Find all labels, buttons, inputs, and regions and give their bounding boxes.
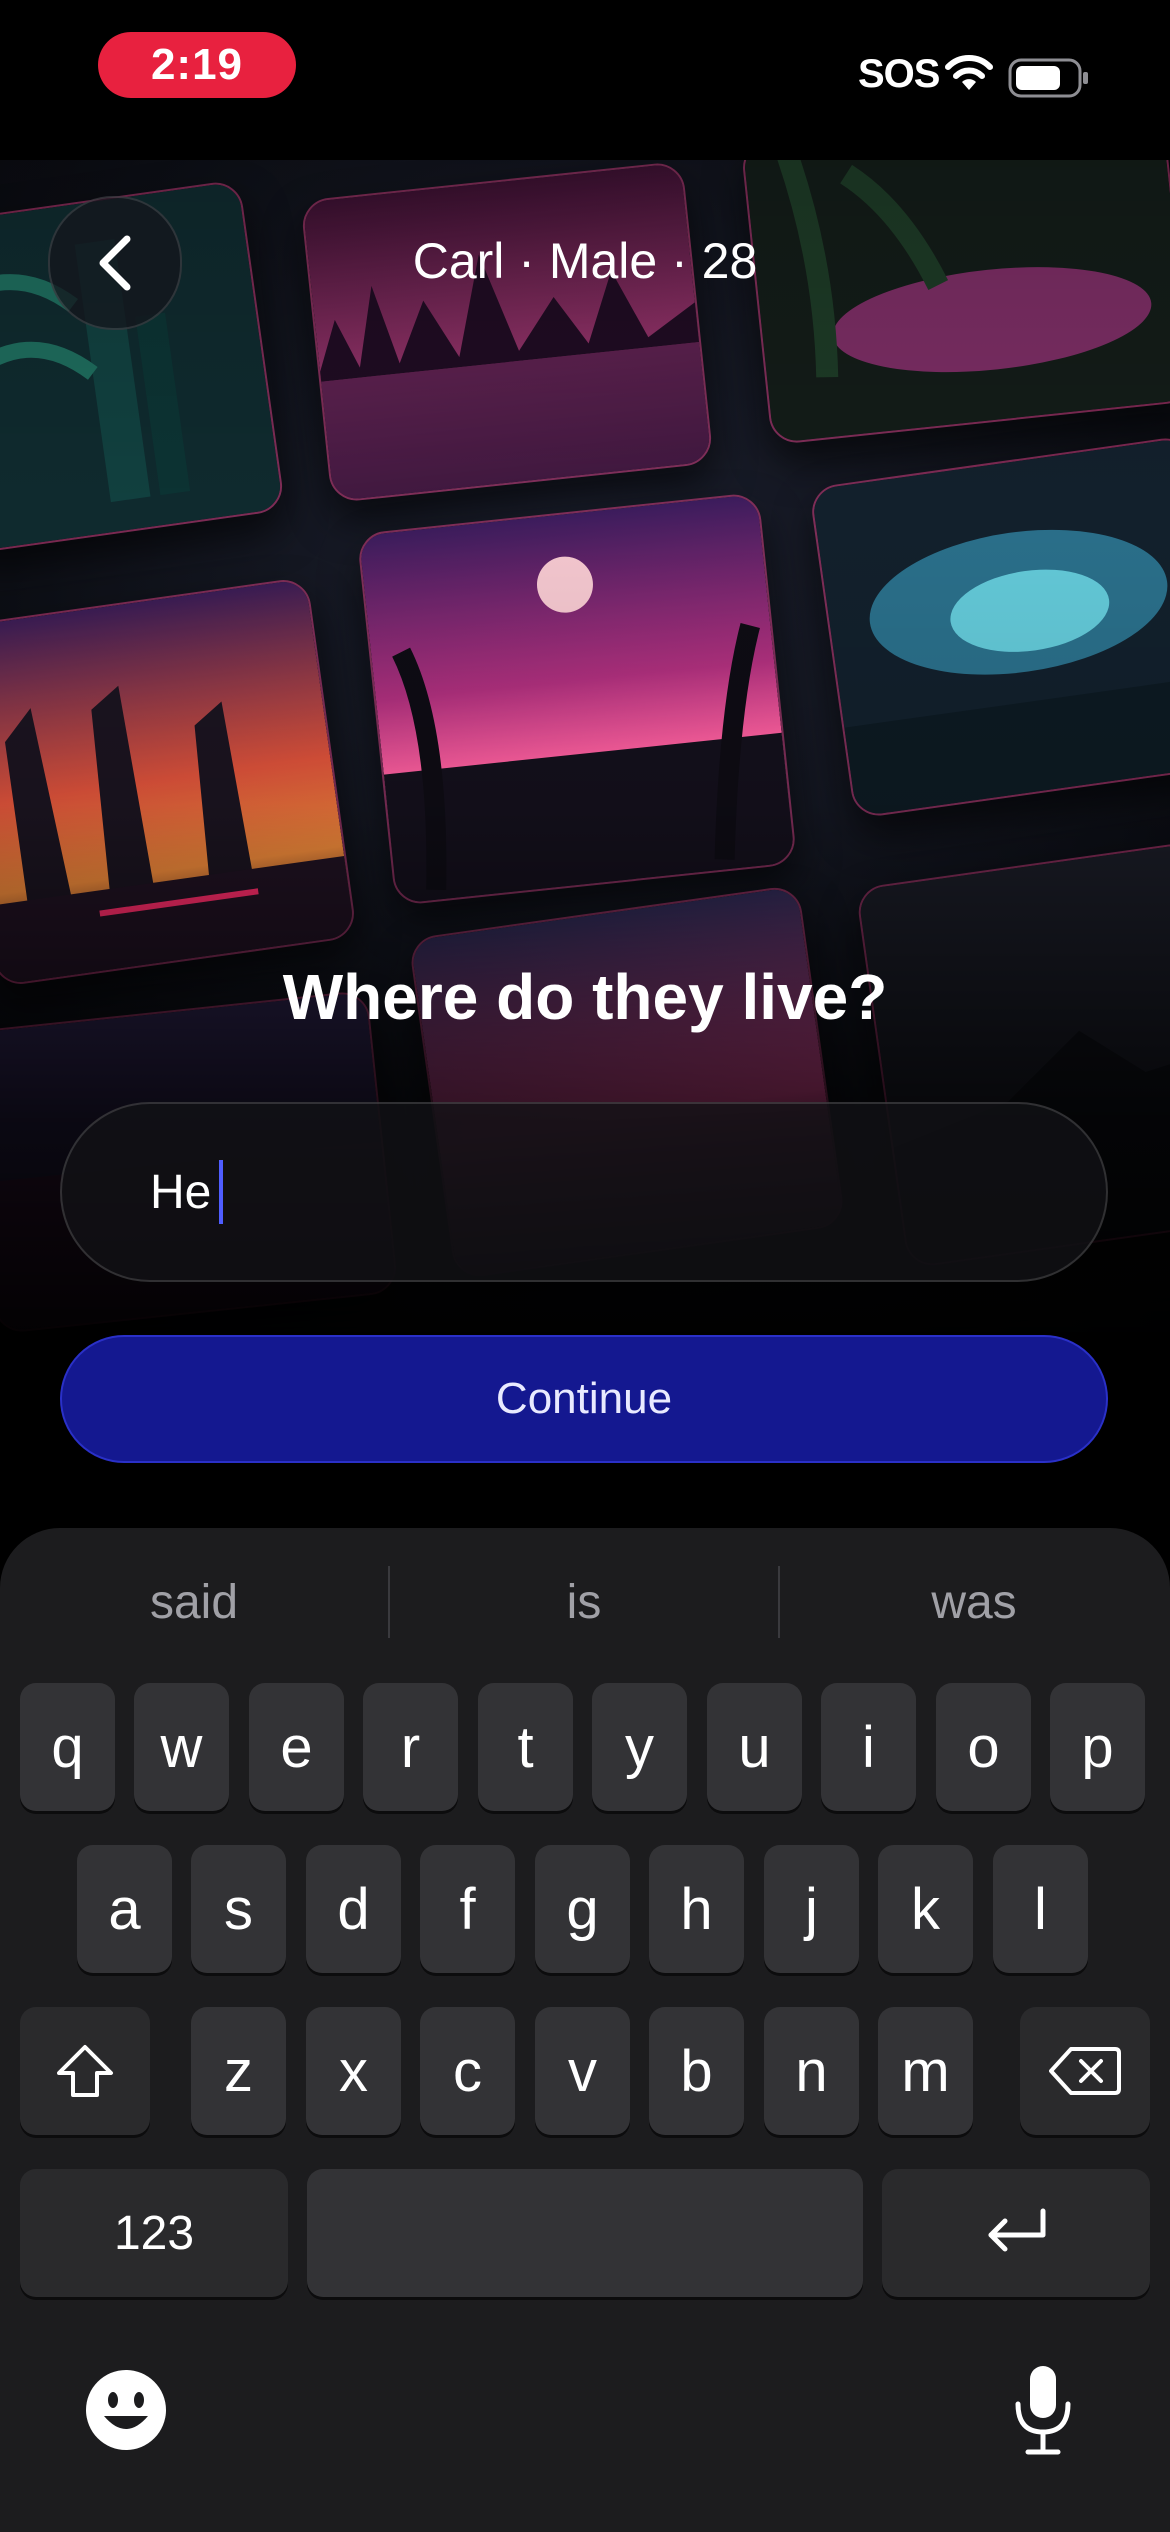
dictation-button[interactable]	[1010, 2364, 1076, 2456]
return-icon	[988, 2208, 1046, 2252]
key-y[interactable]: y	[592, 1683, 687, 1811]
key-j[interactable]: j	[764, 1845, 859, 1973]
key-n[interactable]: n	[764, 2007, 859, 2135]
key-m[interactable]: m	[878, 2007, 973, 2135]
suggestion-is[interactable]: is	[390, 1528, 778, 1676]
key-o[interactable]: o	[936, 1683, 1031, 1811]
suggestion-said[interactable]: said	[0, 1528, 388, 1676]
key-v[interactable]: v	[535, 2007, 630, 2135]
continue-button[interactable]: Continue	[60, 1335, 1108, 1463]
emoji-icon	[86, 2370, 166, 2450]
sos-indicator: SOS	[858, 52, 940, 96]
key-k[interactable]: k	[878, 1845, 973, 1973]
wifi-icon	[942, 52, 996, 97]
key-p[interactable]: p	[1050, 1683, 1145, 1811]
key-c[interactable]: c	[420, 2007, 515, 2135]
key-g[interactable]: g	[535, 1845, 630, 1973]
emoji-button[interactable]	[84, 2368, 168, 2452]
location-input[interactable]: He	[60, 1102, 1108, 1282]
key-l[interactable]: l	[993, 1845, 1088, 1973]
key-x[interactable]: x	[306, 2007, 401, 2135]
numbers-key[interactable]: 123	[20, 2169, 288, 2297]
key-w[interactable]: w	[134, 1683, 229, 1811]
location-input-value: He	[150, 1165, 212, 1219]
key-s[interactable]: s	[191, 1845, 286, 1973]
key-f[interactable]: f	[420, 1845, 515, 1973]
key-e[interactable]: e	[249, 1683, 344, 1811]
return-key[interactable]	[882, 2169, 1150, 2297]
backspace-icon	[1049, 2047, 1121, 2095]
status-time: 2:19	[98, 32, 296, 98]
status-bar: 2:19 SOS	[0, 0, 1170, 160]
microphone-icon	[1015, 2366, 1071, 2455]
shift-icon	[57, 2045, 113, 2097]
delete-key[interactable]	[1020, 2007, 1150, 2135]
battery-icon	[1008, 58, 1092, 103]
key-h[interactable]: h	[649, 1845, 744, 1973]
suggestion-was[interactable]: was	[780, 1528, 1168, 1676]
question-title: Where do they live?	[282, 961, 888, 1033]
key-i[interactable]: i	[821, 1683, 916, 1811]
key-b[interactable]: b	[649, 2007, 744, 2135]
profile-summary: Carl · Male · 28	[412, 233, 758, 289]
suggestion-bar: said is was	[0, 1528, 1170, 1676]
key-z[interactable]: z	[191, 2007, 286, 2135]
shift-key[interactable]	[20, 2007, 150, 2135]
key-r[interactable]: r	[363, 1683, 458, 1811]
key-d[interactable]: d	[306, 1845, 401, 1973]
space-key[interactable]	[307, 2169, 863, 2297]
key-a[interactable]: a	[77, 1845, 172, 1973]
text-caret	[219, 1160, 224, 1224]
keyboard: said is was q w e r t y u i o p a s d f …	[0, 1528, 1170, 2532]
key-t[interactable]: t	[478, 1683, 573, 1811]
key-u[interactable]: u	[707, 1683, 802, 1811]
key-q[interactable]: q	[20, 1683, 115, 1811]
